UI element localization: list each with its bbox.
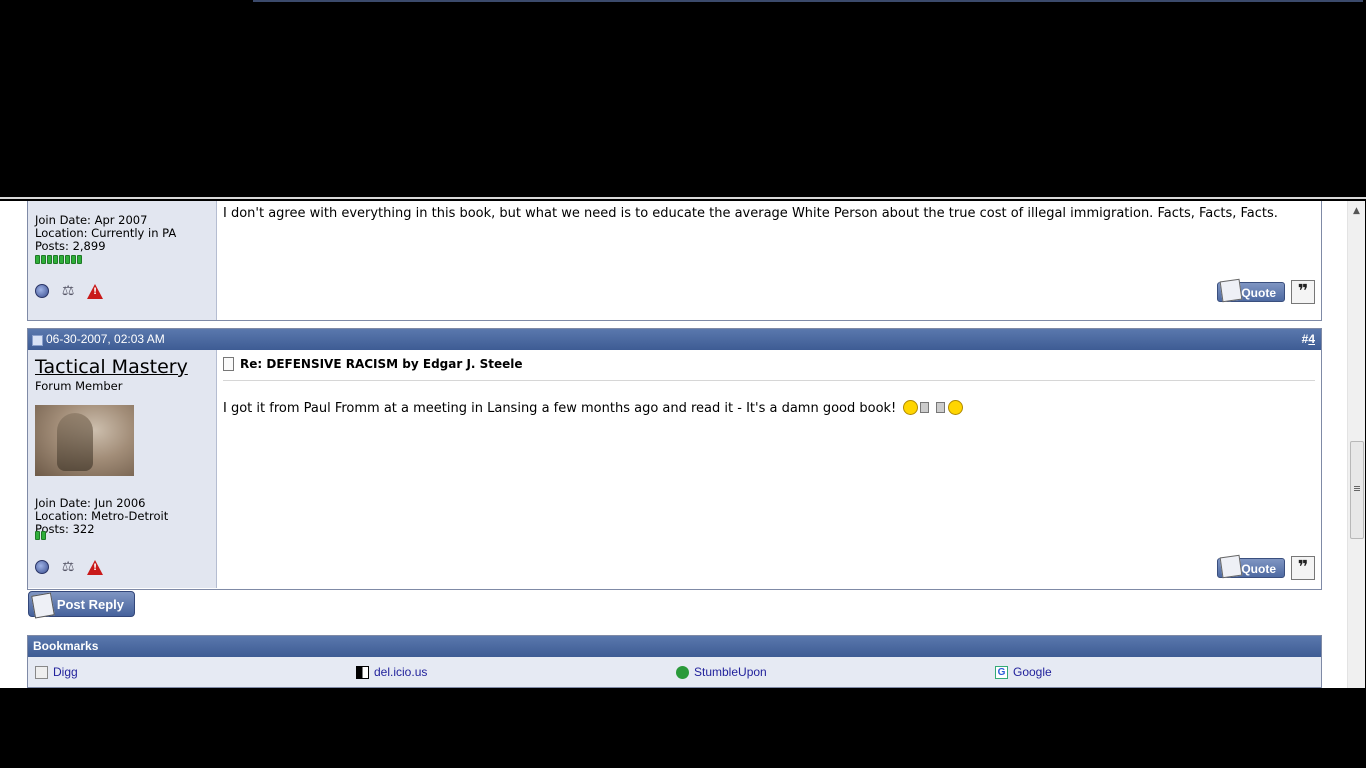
avatar <box>35 405 134 476</box>
bookmarks-title: Bookmarks <box>28 636 1321 657</box>
smiley-icon <box>947 400 963 415</box>
google-icon: G <box>995 665 1008 679</box>
bookmarks-panel: Bookmarks Digg del.icio.us StumbleUpon G… <box>27 635 1322 688</box>
quote-button[interactable]: Quote <box>1217 558 1285 578</box>
post-date: 06-30-2007, 02:03 AM <box>46 332 165 346</box>
beer-mug-icon <box>920 402 930 413</box>
post-message: I got it from Paul Fromm at a meeting in… <box>223 400 963 417</box>
reputation-bar <box>35 531 46 540</box>
scroll-up-arrow-icon[interactable]: ▲ <box>1348 203 1365 219</box>
post-3-userinfo: Join Date: Apr 2007 Location: Currently … <box>28 201 217 320</box>
post-number-link[interactable]: 4 <box>1308 332 1315 346</box>
multiquote-icon[interactable]: ❞ <box>1291 280 1315 304</box>
online-status-icon[interactable] <box>35 560 49 574</box>
reputation-bar <box>35 255 82 264</box>
reputation-scale-icon[interactable]: ⚖ <box>58 283 78 299</box>
bookmarks-row: Digg del.icio.us StumbleUpon G Google <box>28 657 1321 687</box>
bookmark-label[interactable]: StumbleUpon <box>694 665 767 679</box>
post-4-message-col: Re: DEFENSIVE RACISM by Edgar J. Steele … <box>217 350 1321 588</box>
post-4: 06-30-2007, 02:03 AM #4 Tactical Mastery… <box>27 328 1322 590</box>
post-message-text: I got it from Paul Fromm at a meeting in… <box>223 401 897 416</box>
post-count: Posts: 2,899 <box>35 239 106 253</box>
digg-icon <box>35 665 48 679</box>
quote-button[interactable]: Quote <box>1217 282 1285 302</box>
vertical-scrollbar[interactable]: ▲ <box>1347 201 1365 688</box>
bookmark-delicious[interactable]: del.icio.us <box>356 665 427 679</box>
post-3-message-col: I don't agree with everything in this bo… <box>217 201 1321 320</box>
report-post-icon[interactable] <box>87 283 103 299</box>
bookmark-stumbleupon[interactable]: StumbleUpon <box>676 665 767 679</box>
bookmark-google[interactable]: G Google <box>995 665 1052 679</box>
bookmark-label[interactable]: Google <box>1013 665 1052 679</box>
beer-mug-icon <box>935 402 945 413</box>
post-3-user-icons: ⚖ <box>35 283 103 299</box>
online-status-icon[interactable] <box>35 284 49 298</box>
post-icon <box>32 335 43 346</box>
forum-page: Join Date: Apr 2007 Location: Currently … <box>0 201 1347 688</box>
post-title: Re: DEFENSIVE RACISM by Edgar J. Steele <box>223 357 523 371</box>
smiley-icon <box>903 400 919 415</box>
post-message: I don't agree with everything in this bo… <box>223 206 1278 221</box>
post-4-userinfo: Tactical Mastery Forum Member Join Date:… <box>28 350 217 588</box>
post-3: Join Date: Apr 2007 Location: Currently … <box>27 201 1322 321</box>
post-title-text: Re: DEFENSIVE RACISM by Edgar J. Steele <box>240 357 523 371</box>
post-reply-button[interactable]: Post Reply <box>28 591 135 617</box>
user-title: Forum Member <box>35 379 123 393</box>
multiquote-icon[interactable]: ❞ <box>1291 556 1315 580</box>
bookmark-label[interactable]: Digg <box>53 665 78 679</box>
title-separator <box>223 380 1315 381</box>
post-number[interactable]: #4 <box>1302 329 1315 350</box>
bookmark-digg[interactable]: Digg <box>35 665 78 679</box>
window-top-strip <box>253 0 1363 2</box>
page-top-border <box>0 197 1366 199</box>
stumbleupon-icon <box>676 665 689 679</box>
post-4-user-icons: ⚖ <box>35 559 103 575</box>
report-post-icon[interactable] <box>87 559 103 575</box>
document-icon <box>223 357 234 371</box>
reputation-scale-icon[interactable]: ⚖ <box>58 559 78 575</box>
username[interactable]: Tactical Mastery <box>35 356 188 378</box>
bookmark-label[interactable]: del.icio.us <box>374 665 427 679</box>
post-4-buttons: Quote ❞ <box>1217 556 1315 580</box>
scrollbar-thumb[interactable] <box>1350 441 1364 539</box>
post-3-buttons: Quote ❞ <box>1217 280 1315 304</box>
delicious-icon <box>356 665 369 679</box>
post-4-header: 06-30-2007, 02:03 AM #4 <box>28 329 1321 350</box>
